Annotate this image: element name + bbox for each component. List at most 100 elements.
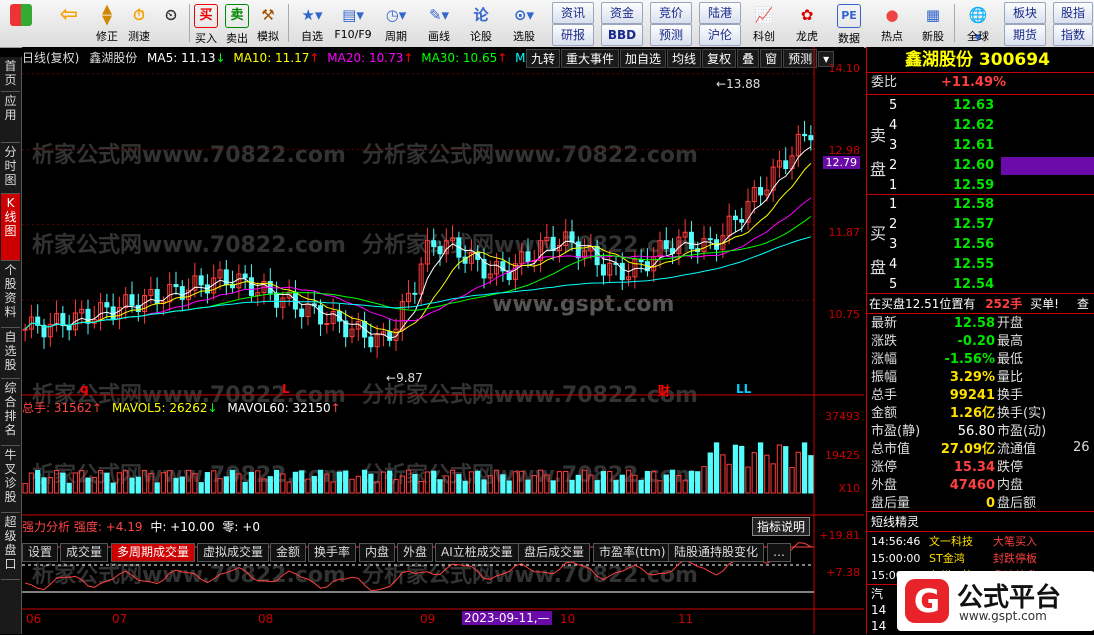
watchlist-button[interactable]: ★▾ 自选 — [293, 2, 331, 45]
volume-bar — [588, 474, 594, 494]
period-button[interactable]: ◷▾ 周期 — [377, 2, 415, 45]
tab-hk-holding[interactable]: 陆股通持股变化 — [668, 543, 765, 562]
news-button[interactable]: 资讯 — [552, 2, 594, 24]
tab-settings[interactable]: 设置 — [22, 543, 59, 562]
select-stock-button[interactable]: ⊙▾ 选股 — [505, 2, 543, 45]
stat-row: 金额 1.26亿 换手(实) — [867, 405, 1094, 423]
sidebar-item-profile[interactable]: 个股资料 — [1, 261, 20, 328]
tab-ai-volume[interactable]: AI立桩成交量 — [435, 543, 519, 562]
sidebar-item-diagnosis[interactable]: 牛叉诊股 — [1, 446, 20, 513]
sidebar-item-watchlist[interactable]: 自选股 — [1, 328, 20, 379]
stock-index-button[interactable]: 股指 — [1053, 2, 1093, 24]
marker-q[interactable]: q — [80, 382, 89, 396]
volume-bar — [701, 466, 707, 494]
draw-line-button[interactable]: ✎▾ 画线 — [420, 2, 458, 45]
tab-pe-ttm[interactable]: 市盈率(ttm) — [593, 543, 672, 562]
tab-inner[interactable]: 内盘 — [359, 543, 396, 562]
index-button[interactable]: 指数 — [1053, 24, 1093, 46]
indicator-axis-label: +19.81 — [819, 529, 860, 542]
data-button[interactable]: PE 数据 — [834, 2, 864, 45]
f10-button[interactable]: ▤▾ F10/F9 — [333, 2, 373, 45]
bid-row[interactable]: 3 12.56 — [867, 236, 1094, 254]
volume-bar — [676, 474, 682, 494]
tab-outer[interactable]: 外盘 — [397, 543, 434, 562]
candle-body — [412, 292, 418, 295]
stat-label: 外盘 — [871, 478, 898, 493]
marker-ll[interactable]: LL — [736, 382, 751, 396]
bid-level: 1 — [889, 197, 898, 212]
clock-icon[interactable]: ⏲ — [156, 2, 186, 45]
bid-price: 12.58 — [953, 197, 995, 212]
tab-turnover[interactable]: 换手率 — [308, 543, 357, 562]
futures-button[interactable]: 期货 — [1004, 24, 1046, 46]
tab-after-hours-volume[interactable]: 盘后成交量 — [518, 543, 591, 562]
forecast-button[interactable]: 预测 — [650, 24, 692, 46]
hk-connect-button[interactable]: 陆港 — [699, 2, 741, 24]
discuss-button[interactable]: 论 论股 — [466, 2, 496, 45]
logo-url: www.gspt.com — [959, 609, 1047, 623]
ask-row[interactable]: 2 12.60 — [867, 157, 1094, 175]
sidebar-item-timeshare[interactable]: 分时图 — [1, 143, 20, 194]
bid-row[interactable]: 1 12.58 — [867, 196, 1094, 214]
volume-bar — [732, 444, 739, 494]
ask-row[interactable]: 3 12.61 — [867, 137, 1094, 155]
tab-more[interactable]: … — [767, 543, 791, 562]
bid-row[interactable]: 2 12.57 — [867, 216, 1094, 234]
tab-volume[interactable]: 成交量 — [60, 543, 109, 562]
kline-chart-area[interactable]: 日线(复权) 鑫湖股份 MA5: 11.13↓ MA10: 11.17↑ MA2… — [22, 47, 864, 634]
sell-button[interactable]: 卖 卖出 — [222, 2, 252, 45]
volume-bar — [280, 473, 286, 494]
bid-row[interactable]: 4 12.55 — [867, 256, 1094, 274]
research-button[interactable]: 研报 — [552, 24, 594, 46]
sprite-row[interactable]: 14:56:46 文一科技 大笔买入 — [867, 533, 1094, 551]
shanghai-london-button[interactable]: 沪伦 — [699, 24, 741, 46]
marker-finance[interactable]: 财 — [658, 382, 670, 399]
candle-body — [550, 236, 556, 252]
stat-label: 总市值 — [871, 442, 911, 457]
auction-button[interactable]: 竞价 — [650, 2, 692, 24]
bid-row[interactable]: 5 12.54 — [867, 276, 1094, 294]
ask-row[interactable]: 4 12.62 — [867, 117, 1094, 135]
color-grid-icon[interactable] — [6, 2, 36, 45]
fix-button[interactable]: ▲ ▼ 修正 — [92, 2, 122, 45]
new-stock-button[interactable]: ▦ 新股 — [918, 2, 948, 45]
sidebar-item-home[interactable]: 首页 — [1, 57, 20, 92]
tab-virtual-volume[interactable]: 虚拟成交量 — [197, 543, 270, 562]
candle-body — [525, 251, 531, 263]
sidebar-item-super-panel[interactable]: 超级盘口 — [1, 513, 20, 580]
stat-row: 涨跌 -0.20 最高 — [867, 333, 1094, 351]
ask-row[interactable]: 1 12.59 — [867, 177, 1094, 195]
fund-button[interactable]: 资金 — [601, 2, 643, 24]
sidebar-item-apps[interactable]: 应用 — [1, 92, 20, 143]
tab-multi-period-volume[interactable]: 多周期成交量 — [111, 543, 196, 562]
dragon-tiger-button[interactable]: ✿ 龙虎 — [792, 2, 822, 45]
sprite-row[interactable]: 15:00:00 ST金鸿 封跌停板 — [867, 550, 1094, 568]
bbd-button[interactable]: BBD — [601, 24, 643, 46]
volume-bar — [305, 478, 311, 494]
volume-bar — [537, 469, 544, 494]
volume-bar — [85, 477, 91, 494]
stat-row: 涨幅 -1.56% 最低 — [867, 351, 1094, 369]
candle-body — [242, 273, 248, 279]
back-arrow-icon[interactable]: ⇦ — [54, 2, 84, 45]
star-market-button[interactable]: 📈 科创 — [749, 2, 779, 45]
volume-bar — [462, 480, 468, 494]
buy-button[interactable]: 买 买入 — [191, 2, 221, 45]
sidebar-item-kline[interactable]: K线图 — [1, 194, 20, 261]
speed-test-button[interactable]: ⏱ 测速 — [124, 2, 154, 45]
high-price-label: ←13.88 — [716, 77, 761, 91]
marker-l[interactable]: L — [282, 382, 290, 396]
sidebar-item-ranking[interactable]: 综合排名 — [1, 379, 20, 446]
tab-amount[interactable]: 金额 — [270, 543, 307, 562]
volume-bar — [801, 442, 808, 494]
order-notice[interactable]: 在买盘12.51位置有 252手 买单! 查 — [867, 295, 1094, 313]
low-price-label: ←9.87 — [386, 371, 423, 385]
ask-row[interactable]: 5 12.63 — [867, 97, 1094, 115]
volume-bar — [267, 476, 273, 494]
global-button[interactable]: 🌐▾ 全球 — [960, 2, 996, 46]
hot-button[interactable]: ● 热点 — [877, 2, 907, 45]
simulate-button[interactable]: ⚒ 模拟 — [253, 2, 283, 45]
candle-body — [368, 336, 374, 348]
sector-button[interactable]: 板块 — [1004, 2, 1046, 24]
indicator-explain-button[interactable]: 指标说明 — [752, 517, 811, 536]
